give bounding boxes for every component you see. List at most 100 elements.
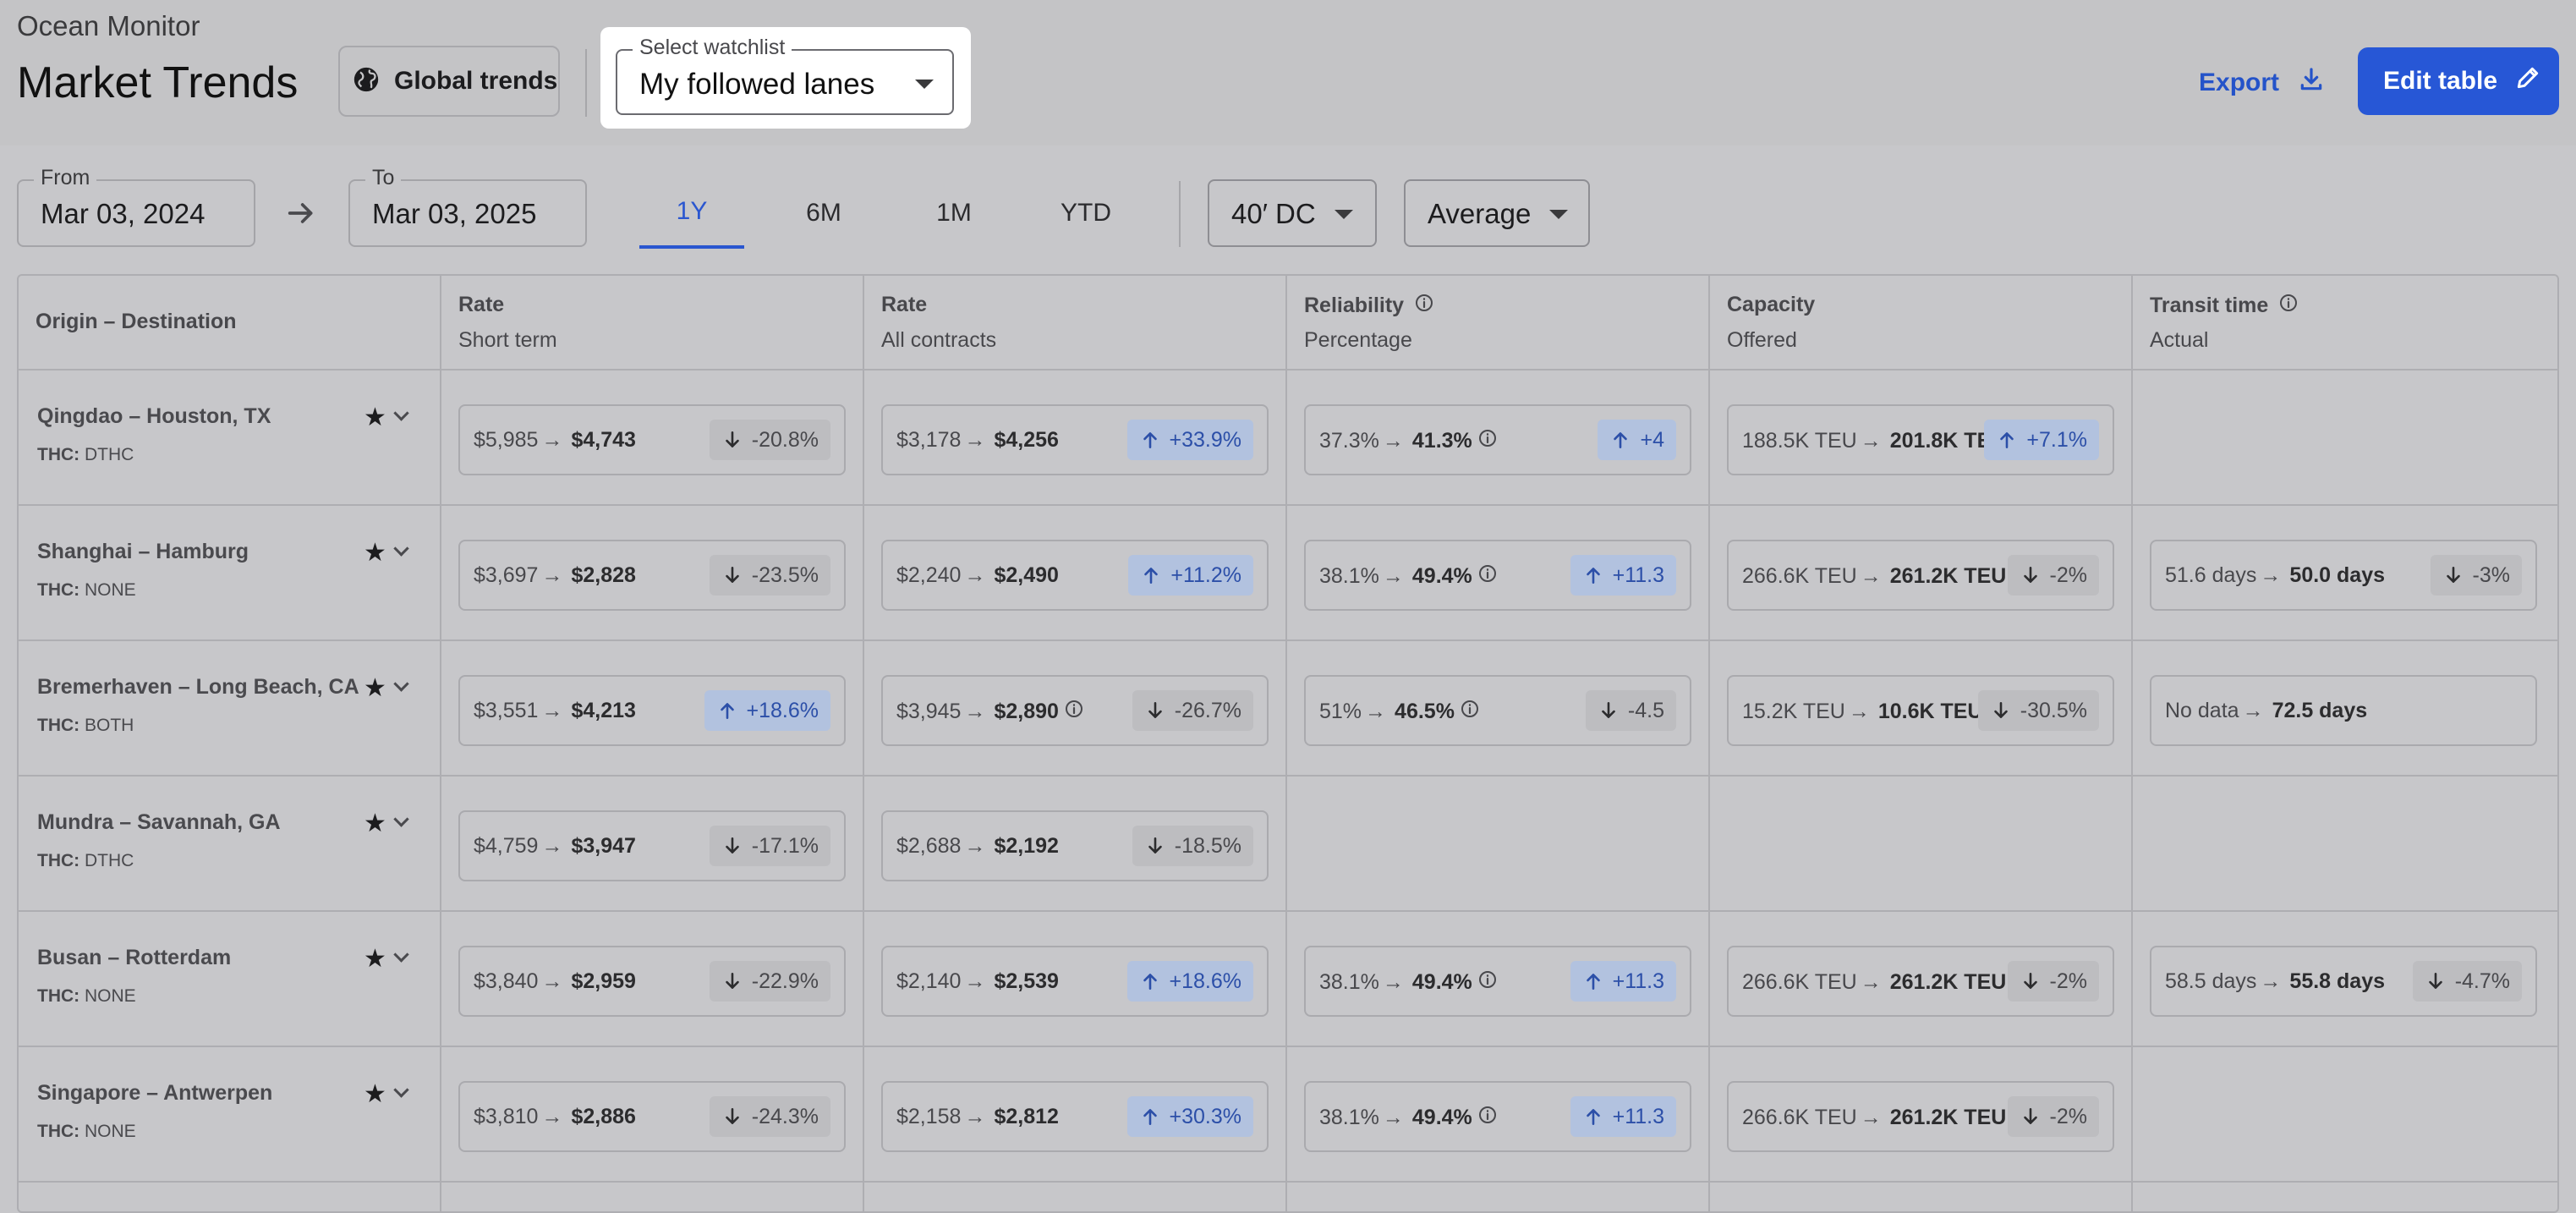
cell-capacity[interactable]: 266.6K TEU → 261.2K TEU -2% xyxy=(1727,540,2114,611)
to-date-field[interactable]: To Mar 03, 2025 xyxy=(348,166,587,247)
star-icon[interactable]: ★ xyxy=(364,538,386,568)
cell-reliability[interactable]: 37.3% → 41.3% +4 xyxy=(1304,404,1691,475)
arrow-down-icon xyxy=(2020,564,2050,586)
tab-1m[interactable]: 1M xyxy=(902,178,1006,249)
star-icon[interactable]: ★ xyxy=(364,403,386,432)
cell-rate-all[interactable]: $3,945 → $2,890 -26.7% xyxy=(881,675,1269,746)
cell-capacity[interactable]: 15.2K TEU → 10.6K TEU -30.5% xyxy=(1727,675,2114,746)
tab-ytd[interactable]: YTD xyxy=(1033,178,1138,249)
cell-rate-st[interactable]: $5,985 → $4,743 -20.8% xyxy=(458,404,846,475)
cell-values: 51% → 46.5% xyxy=(1319,699,1480,725)
aggregation-select[interactable]: Average xyxy=(1404,179,1590,247)
chevron-down-icon[interactable] xyxy=(393,1082,409,1098)
thc-value: NONE xyxy=(85,986,136,1006)
value-from: 266.6K TEU xyxy=(1742,970,1857,994)
from-date-field[interactable]: From Mar 03, 2024 xyxy=(17,166,255,247)
cell-capacity[interactable]: 266.6K TEU → 261.2K TEU -2% xyxy=(1727,946,2114,1017)
cell-rate-all[interactable]: $2,688 → $2,192 -18.5% xyxy=(881,810,1269,881)
info-icon[interactable] xyxy=(1064,699,1084,725)
arrow-right-icon: → xyxy=(1860,1106,1882,1129)
chevron-down-icon[interactable] xyxy=(393,676,409,692)
download-icon xyxy=(2298,66,2325,100)
header-reliability: Reliability Percentage xyxy=(1287,276,1708,369)
header-subtitle: Percentage xyxy=(1304,328,1412,352)
cell-capacity[interactable]: 266.6K TEU → 261.2K TEU -2% xyxy=(1727,1081,2114,1152)
arrow-right-icon: → xyxy=(964,428,986,452)
cell-rate-all[interactable]: $2,140 → $2,539 +18.6% xyxy=(881,946,1269,1017)
arrow-right-icon: → xyxy=(541,834,563,858)
tab-6m[interactable]: 6M xyxy=(771,178,876,249)
cell-rate-all[interactable]: $2,240 → $2,490 +11.2% xyxy=(881,540,1269,611)
cell-rate-all[interactable]: $3,178 → $4,256 +33.9% xyxy=(881,404,1269,475)
change-badge: +7.1% xyxy=(1984,420,2099,460)
star-icon[interactable]: ★ xyxy=(364,809,386,838)
arrow-down-icon xyxy=(2020,1106,2050,1128)
cell-transit[interactable]: 58.5 days → 55.8 days -4.7% xyxy=(2150,946,2537,1017)
star-icon[interactable]: ★ xyxy=(364,944,386,974)
value-from: $2,688 xyxy=(896,834,962,858)
table-header: Origin – Destination Rate Short term Rat… xyxy=(19,276,2557,370)
container-type-select[interactable]: 40′ DC xyxy=(1208,179,1377,247)
header-lane-title: Origin – Destination xyxy=(36,310,237,333)
tab-1y[interactable]: 1Y xyxy=(639,178,744,249)
change-badge: -3% xyxy=(2430,555,2522,596)
cell-rate-st[interactable]: $3,810 → $2,886 -24.3% xyxy=(458,1081,846,1152)
arrow-right-icon: → xyxy=(1860,564,1882,588)
change-badge: -23.5% xyxy=(709,555,830,596)
chevron-down-icon[interactable] xyxy=(393,811,409,827)
cell-values: $5,985 → $4,743 xyxy=(474,428,636,453)
info-icon[interactable] xyxy=(1460,699,1480,725)
cell-values: 38.1% → 49.4% xyxy=(1319,969,1498,996)
cell-values: $2,158 → $2,812 xyxy=(896,1105,1059,1129)
cell-rate-all[interactable]: $2,158 → $2,812 +30.3% xyxy=(881,1081,1269,1152)
star-icon[interactable]: ★ xyxy=(364,673,386,703)
global-trends-button[interactable]: Global trends xyxy=(338,46,560,117)
table-row: Bremerhaven – Long Beach, CA THC: BOTH ★ $3… xyxy=(19,641,2557,777)
arrow-up-icon xyxy=(1582,564,1613,586)
chevron-down-icon[interactable] xyxy=(393,541,409,557)
cell-reliability[interactable]: 51% → 46.5% -4.5 xyxy=(1304,675,1691,746)
watchlist-panel: Select watchlist My followed lanes xyxy=(600,27,971,129)
chevron-down-icon[interactable] xyxy=(393,947,409,963)
cell-rate-st[interactable]: $3,697 → $2,828 -23.5% xyxy=(458,540,846,611)
cell-reliability[interactable]: 38.1% → 49.4% +11.3 xyxy=(1304,946,1691,1017)
header-subtitle: Offered xyxy=(1727,328,1797,352)
value-to: 10.6K TEU xyxy=(1877,700,1983,723)
cell-rate-st[interactable]: $4,759 → $3,947 -17.1% xyxy=(458,810,846,881)
cell-reliability[interactable]: 38.1% → 49.4% +11.3 xyxy=(1304,540,1691,611)
value-from: $2,158 xyxy=(896,1105,962,1128)
cell-reliability[interactable]: 38.1% → 49.4% +11.3 xyxy=(1304,1081,1691,1152)
value-to: $2,812 xyxy=(994,1105,1059,1128)
watchlist-select[interactable]: Select watchlist My followed lanes xyxy=(616,36,954,115)
change-badge: -17.1% xyxy=(709,826,830,866)
value-to: 41.3% xyxy=(1411,429,1472,453)
info-icon[interactable] xyxy=(1477,1105,1498,1131)
chevron-down-icon[interactable] xyxy=(393,405,409,421)
star-icon[interactable]: ★ xyxy=(364,1079,386,1109)
header-rate-all-contracts: Rate All contracts xyxy=(864,276,1285,369)
header-title: Transit time xyxy=(2150,294,2269,317)
cell-rate-st[interactable]: $3,840 → $2,959 -22.9% xyxy=(458,946,846,1017)
change-badge: -26.7% xyxy=(1132,690,1253,731)
cell-values: $3,945 → $2,890 xyxy=(896,699,1084,725)
edit-table-button[interactable]: Edit table xyxy=(2358,47,2559,115)
cell-capacity[interactable]: 188.5K TEU → 201.8K TEU +7.1% xyxy=(1727,404,2114,475)
cell-transit[interactable]: No data → 72.5 days xyxy=(2150,675,2537,746)
thc-value: NONE xyxy=(85,1122,136,1141)
cell-rate-st[interactable]: $3,551 → $4,213 +18.6% xyxy=(458,675,846,746)
info-icon[interactable] xyxy=(1414,293,1434,319)
export-button[interactable]: Export xyxy=(2199,66,2325,100)
watchlist-value: My followed lanes xyxy=(639,68,875,101)
header-subtitle: Actual xyxy=(2150,328,2209,352)
value-from: $3,945 xyxy=(896,700,962,723)
value-to: $2,886 xyxy=(571,1105,636,1128)
info-icon[interactable] xyxy=(2278,293,2299,319)
lane-name: Singapore – Antwerpen xyxy=(37,1081,273,1105)
info-icon[interactable] xyxy=(1477,563,1498,590)
value-to: $3,947 xyxy=(571,834,636,858)
cell-values: $2,688 → $2,192 xyxy=(896,834,1059,859)
info-icon[interactable] xyxy=(1477,428,1498,454)
cell-transit[interactable]: 51.6 days → 50.0 days -3% xyxy=(2150,540,2537,611)
change-value: -4.5 xyxy=(1627,698,1664,722)
info-icon[interactable] xyxy=(1477,969,1498,996)
